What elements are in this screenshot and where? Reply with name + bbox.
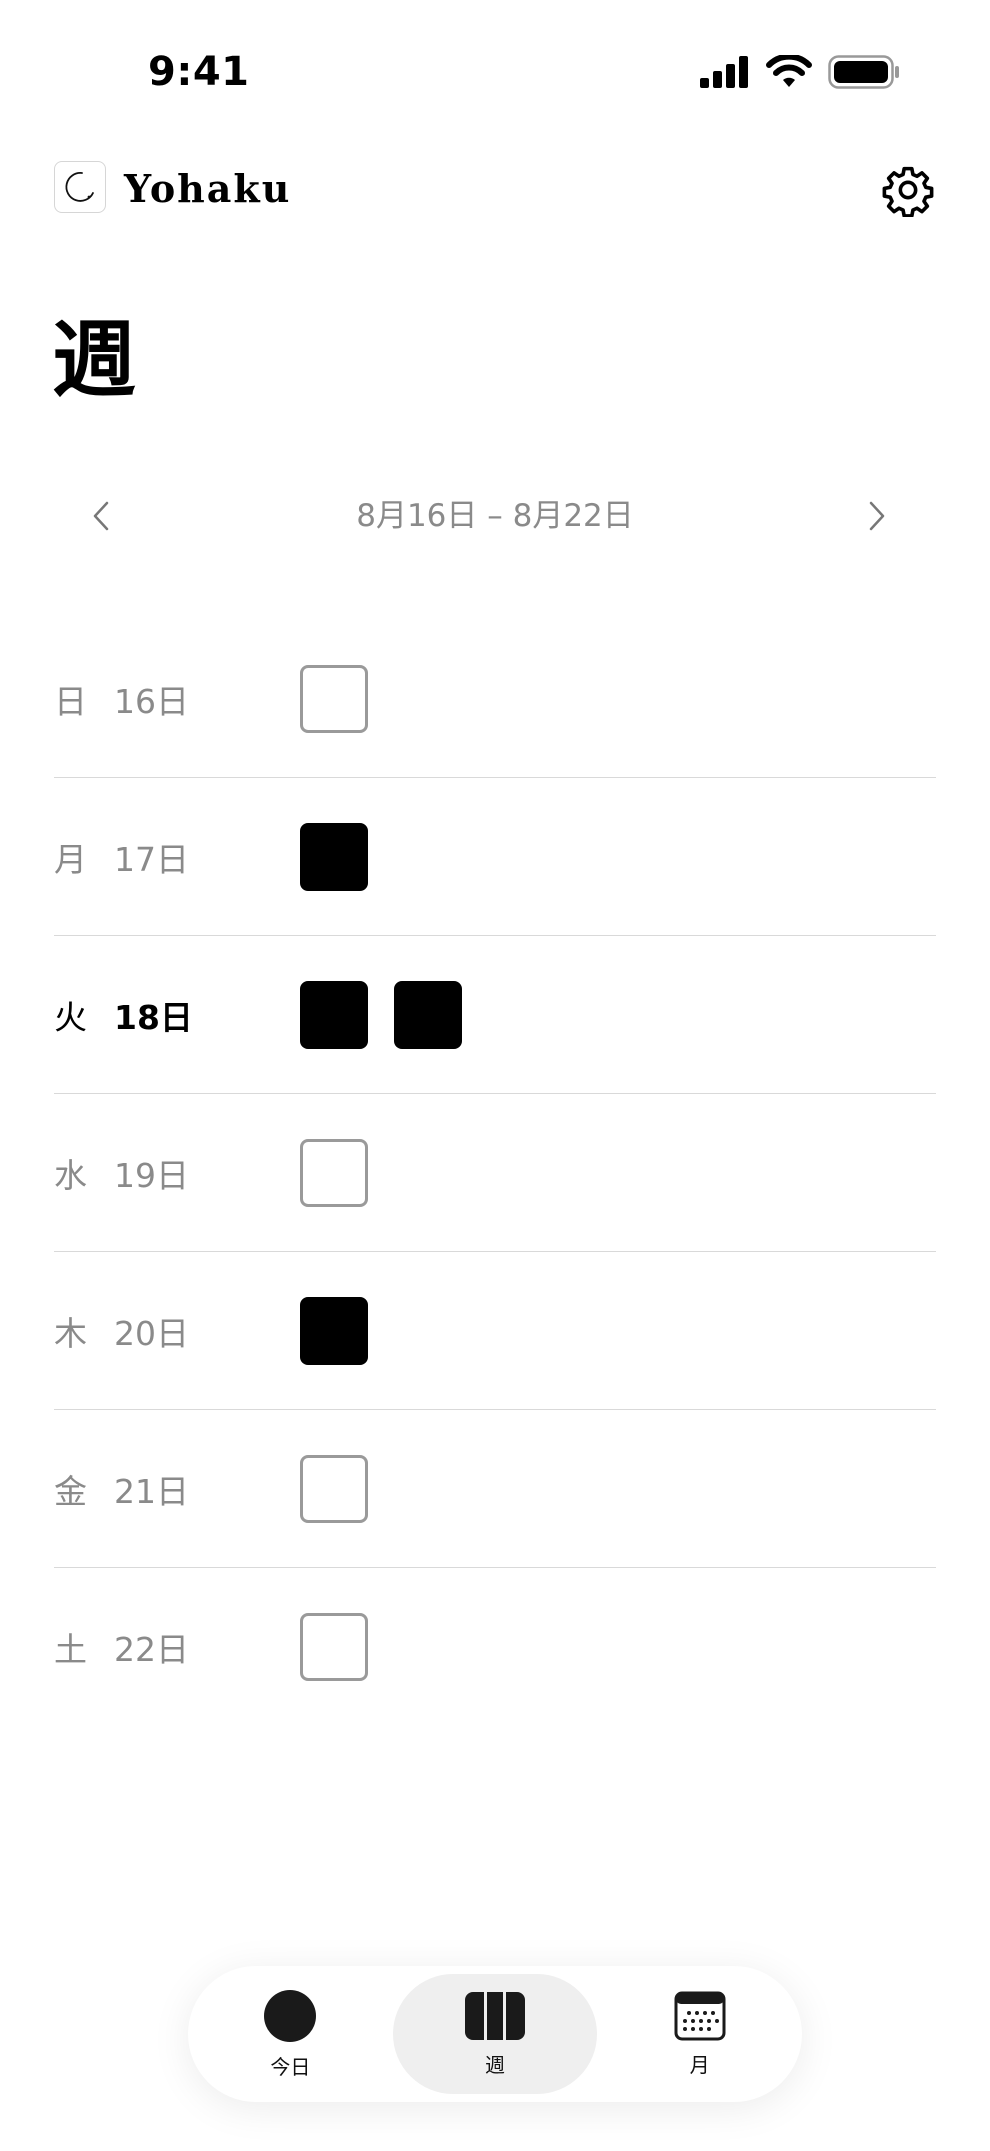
date-label: 21日 xyxy=(114,1471,189,1511)
settings-button[interactable] xyxy=(880,162,936,218)
date-label: 22日 xyxy=(114,1630,189,1669)
status-icons xyxy=(700,52,900,92)
weekday-label: 土 xyxy=(54,1630,87,1669)
entry-mark-empty[interactable] xyxy=(300,1138,368,1207)
enso-circle-icon xyxy=(65,172,94,202)
entry-marks xyxy=(300,1296,368,1365)
entry-marks xyxy=(300,822,368,891)
entry-marks xyxy=(300,664,368,733)
date-label: 20日 xyxy=(114,1313,189,1353)
calendar-icon xyxy=(674,1991,726,2040)
entry-marks xyxy=(300,1613,368,1681)
entry-marks xyxy=(300,1138,368,1207)
status-time: 9:41 xyxy=(148,49,250,95)
day-row-22[interactable]: 土 22日 xyxy=(54,1568,936,1726)
entry-marks xyxy=(300,1454,368,1523)
entry-mark-empty[interactable] xyxy=(300,1454,368,1523)
circle-icon xyxy=(264,1989,317,2042)
gear-icon xyxy=(882,166,934,217)
weekday-label: 日 xyxy=(54,681,87,721)
entry-mark-filled[interactable] xyxy=(394,980,462,1049)
date-label: 16日 xyxy=(114,681,189,721)
page-title: 週 xyxy=(52,310,137,409)
date-label: 19日 xyxy=(114,1155,189,1195)
date-label: 18日 xyxy=(114,997,193,1037)
weekday-label: 金 xyxy=(54,1471,87,1511)
entry-mark-filled[interactable] xyxy=(300,822,368,891)
tab-label: 今日 xyxy=(270,2054,311,2079)
day-row-19[interactable]: 水 19日 xyxy=(54,1094,936,1252)
app-logo xyxy=(54,161,106,213)
day-row-18[interactable]: 火 18日 xyxy=(54,936,936,1094)
day-list: 日 16日 月 17日 火 18日 水 19日 木 20日 金 21日 土 22… xyxy=(54,620,936,1726)
day-row-21[interactable]: 金 21日 xyxy=(54,1410,936,1568)
date-label: 17日 xyxy=(114,839,189,879)
app-name: Yohaku xyxy=(124,166,292,211)
cellular-signal-icon xyxy=(700,56,748,88)
weekday-label: 木 xyxy=(54,1313,87,1353)
day-row-16[interactable]: 日 16日 xyxy=(54,620,936,778)
entry-mark-filled[interactable] xyxy=(300,1296,368,1365)
tab-label: 週 xyxy=(485,2052,505,2077)
next-week-button[interactable] xyxy=(848,488,904,544)
week-range-label: 8月16日 – 8月22日 xyxy=(356,498,634,534)
battery-icon xyxy=(828,55,899,89)
weekday-label: 火 xyxy=(54,997,87,1037)
entry-marks xyxy=(300,980,462,1049)
entry-mark-empty[interactable] xyxy=(300,1613,368,1681)
tab-today[interactable]: 今日 xyxy=(188,1974,393,2094)
day-row-20[interactable]: 木 20日 xyxy=(54,1252,936,1410)
tab-month[interactable]: 月 xyxy=(597,1974,802,2094)
weekday-label: 月 xyxy=(54,839,87,879)
wifi-icon xyxy=(766,55,812,87)
entry-mark-filled[interactable] xyxy=(300,980,368,1049)
weekday-label: 水 xyxy=(54,1155,87,1195)
tab-bar: 今日 週 月 xyxy=(188,1966,802,2102)
chevron-right-icon xyxy=(869,501,885,531)
day-row-17[interactable]: 月 17日 xyxy=(54,778,936,936)
tab-week[interactable]: 週 xyxy=(392,1974,598,2094)
tab-label: 月 xyxy=(689,2052,710,2077)
entry-mark-empty[interactable] xyxy=(300,664,368,733)
week-columns-icon xyxy=(465,1991,525,2040)
